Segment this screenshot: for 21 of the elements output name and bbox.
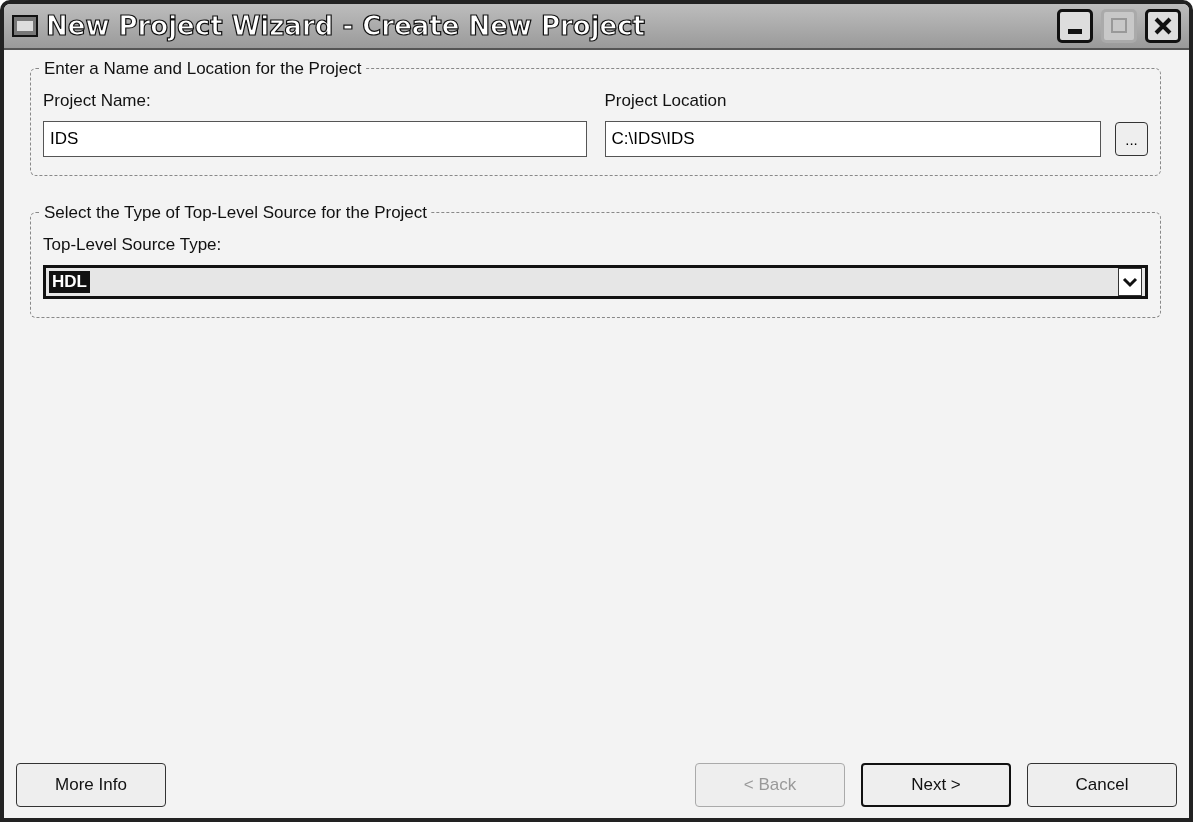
group-legend: Select the Type of Top-Level Source for the Project: [41, 203, 431, 223]
input-field[interactable]: C:\IDS\IDS: [604, 121, 1101, 157]
dialog-button[interactable]: More Info: [16, 763, 166, 807]
field-label: Project Location: [604, 91, 728, 111]
field-label: Project Name:: [43, 91, 152, 111]
minimize-button[interactable]: [1057, 9, 1093, 43]
close-icon: [1152, 15, 1174, 37]
minimize-icon: [1068, 28, 1082, 34]
close-button[interactable]: [1145, 9, 1181, 43]
browse-button[interactable]: ...: [1115, 122, 1148, 156]
dropdown-value: HDL: [49, 271, 90, 293]
field-label: Top-Level Source Type:: [43, 235, 222, 254]
group-legend: Enter a Name and Location for the Project: [41, 59, 365, 79]
chevron-down-icon[interactable]: [1118, 268, 1142, 296]
app-icon: [12, 15, 38, 37]
dialog-button[interactable]: Cancel: [1027, 763, 1177, 807]
next-button[interactable]: Next >: [861, 763, 1011, 807]
input-field[interactable]: IDS: [43, 121, 587, 157]
window-title: New Project Wizard - Create New Project: [46, 11, 647, 41]
maximize-icon: [1109, 16, 1129, 36]
dropdown[interactable]: HDL: [43, 265, 1148, 299]
